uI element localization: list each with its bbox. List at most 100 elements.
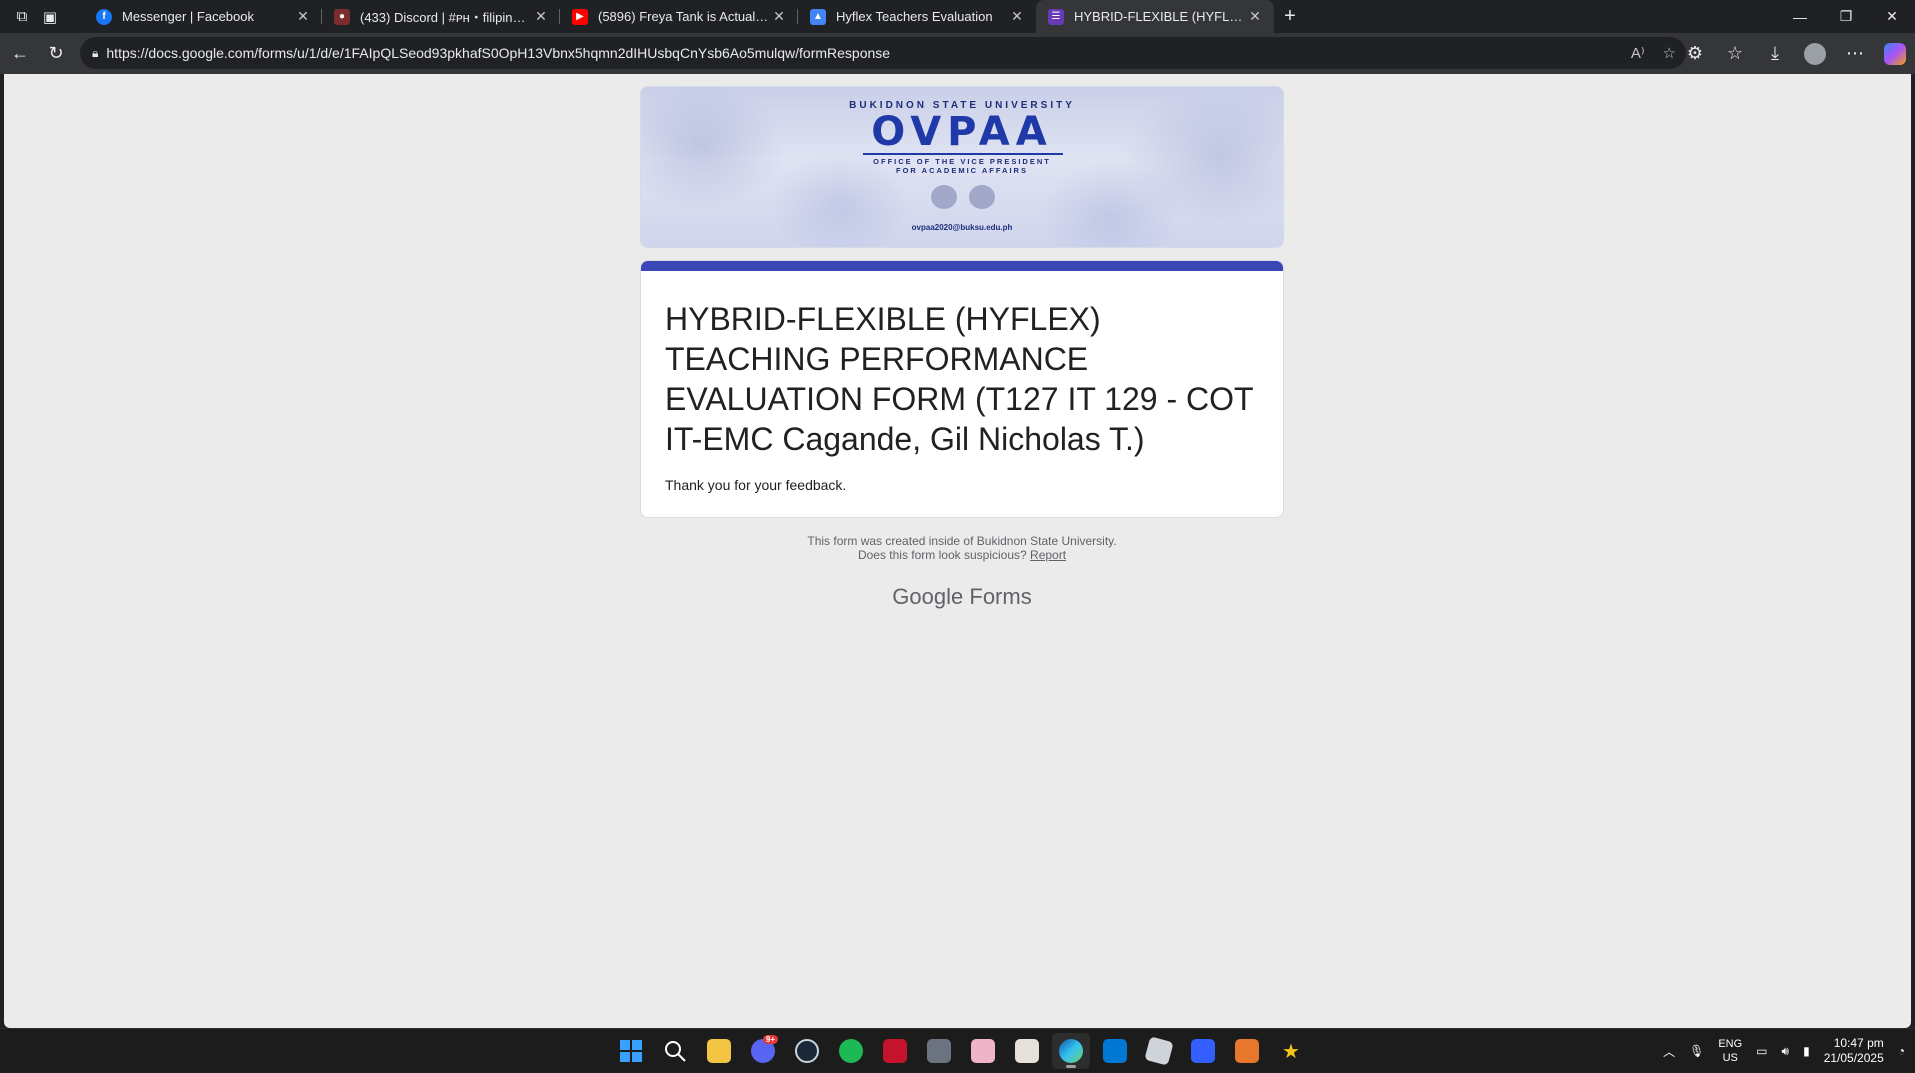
star-icon: ★ [1282, 1040, 1300, 1063]
close-window-icon[interactable]: ✕ [1869, 0, 1915, 33]
close-tab-icon[interactable]: ✕ [1008, 8, 1026, 25]
language-indicator[interactable]: ENG US [1718, 1037, 1742, 1065]
battery-icon[interactable]: ▮ [1803, 1044, 1810, 1058]
notifications-icon[interactable]: ◔ [1898, 1044, 1905, 1058]
vivaldi-button[interactable] [876, 1033, 914, 1069]
tab-title: Messenger | Facebook [122, 9, 254, 24]
close-tab-icon[interactable]: ✕ [1246, 8, 1264, 25]
tab-title: HYBRID-FLEXIBLE (HYFLEX) TEACHI [1074, 9, 1246, 24]
game-app-button[interactable] [920, 1033, 958, 1069]
vscode-button[interactable] [1096, 1033, 1134, 1069]
suspicious-line: Does this form look suspicious? Report [640, 548, 1284, 562]
tab-title: Hyflex Teachers Evaluation [836, 9, 993, 24]
game-launcher-icon [1015, 1039, 1039, 1063]
close-tab-icon[interactable]: ✕ [770, 8, 788, 25]
tab-messenger[interactable]: f Messenger | Facebook ✕ [84, 0, 322, 33]
steam-button[interactable] [788, 1033, 826, 1069]
start-button[interactable] [612, 1033, 650, 1069]
refresh-icon[interactable]: ↻ [38, 36, 74, 72]
form-title: HYBRID-FLEXIBLE (HYFLEX) TEACHING PERFOR… [665, 301, 1253, 457]
lock-icon[interactable]: 🔒︎ [92, 46, 98, 61]
discord-button[interactable]: 9+ [744, 1033, 782, 1069]
google-forms-logo[interactable]: Google Forms [640, 584, 1284, 610]
more-menu-icon[interactable]: ⋯ [1835, 36, 1875, 72]
favorites-icon[interactable]: ☆ [1715, 36, 1755, 72]
facebook-icon: f [96, 8, 112, 25]
confirmation-message: Thank you for your feedback. [665, 477, 847, 493]
restore-icon[interactable]: ❐ [1823, 0, 1869, 33]
window-controls: — ❐ ✕ [1777, 0, 1915, 33]
ovpaa-logo-icon [969, 185, 995, 209]
youtube-icon: ▶ [572, 8, 588, 25]
vivaldi-icon [883, 1039, 907, 1063]
banner-logos [931, 185, 995, 209]
avatar [1804, 42, 1826, 65]
spotify-button[interactable] [832, 1033, 870, 1069]
clock[interactable]: 10:47 pm 21/05/2025 [1824, 1036, 1884, 1066]
form-response-card: HYBRID-FLEXIBLE (HYFLEX) TEACHING PERFOR… [640, 260, 1284, 518]
star-app-button[interactable]: ★ [1272, 1033, 1310, 1069]
minimize-icon[interactable]: — [1777, 0, 1823, 33]
tab-discord[interactable]: ● (433) Discord | #ᴘʜ・filipino-chat | ✕ [322, 0, 560, 33]
roblox-studio-icon [1144, 1036, 1174, 1066]
tab-hyflex-form[interactable]: ☰ HYBRID-FLEXIBLE (HYFLEX) TEACHI ✕ [1036, 0, 1274, 33]
edge-button[interactable] [1052, 1033, 1090, 1069]
show-hidden-icons-icon[interactable]: ︿ [1663, 1043, 1675, 1060]
downloads-icon[interactable]: ⤓ [1755, 36, 1795, 72]
new-tab-button[interactable]: + [1274, 0, 1306, 33]
banner-subtitle-line2: FOR ACADEMIC AFFAIRS [896, 166, 1028, 175]
microphone-icon[interactable]: 🎙︎ [1689, 1044, 1704, 1058]
network-icon[interactable]: ▭ [1756, 1044, 1767, 1058]
copilot-button[interactable] [1875, 36, 1915, 72]
toolbar-actions: ⚙ ☆ ⤓ ⋯ [1675, 33, 1915, 74]
anime-game-icon [971, 1039, 995, 1063]
search-button[interactable] [656, 1033, 694, 1069]
card-accent-bar [641, 261, 1283, 271]
game-launcher-button[interactable] [1008, 1033, 1046, 1069]
banner-email: ovpaa2020@buksu.edu.ph [911, 223, 1013, 232]
volume-icon[interactable]: 🔊︎ [1782, 1044, 1790, 1059]
copilot-icon [1884, 42, 1906, 65]
extensions-icon[interactable]: ⚙ [1675, 36, 1715, 72]
favorite-star-icon[interactable]: ☆ [1663, 44, 1676, 62]
anime-game-button[interactable] [964, 1033, 1002, 1069]
app-orange-icon [1235, 1039, 1259, 1063]
app-orange-button[interactable] [1228, 1033, 1266, 1069]
page-content: BUKIDNON STATE UNIVERSITY OVPAA OFFICE O… [4, 74, 1911, 1028]
form-footer: This form was created inside of Bukidnon… [640, 534, 1284, 562]
profile-button[interactable] [1795, 36, 1835, 72]
vscode-icon [1103, 1039, 1127, 1063]
forms-wordmark: Forms [969, 584, 1032, 609]
tab-hyflex-evaluation[interactable]: ▲ Hyflex Teachers Evaluation ✕ [798, 0, 1036, 33]
roblox-button[interactable] [1184, 1033, 1222, 1069]
tab-actions-icon[interactable]: ▣ [36, 3, 64, 31]
folder-icon [707, 1039, 731, 1063]
url-text[interactable]: https://docs.google.com/forms/u/1/d/e/1F… [106, 45, 890, 61]
report-link[interactable]: Report [1030, 548, 1066, 562]
edge-icon [1059, 1039, 1083, 1063]
language-code: ENG [1718, 1038, 1743, 1050]
back-icon[interactable]: ← [2, 36, 38, 72]
discord-icon: ● [334, 8, 350, 25]
close-tab-icon[interactable]: ✕ [294, 8, 312, 25]
read-aloud-icon[interactable]: A⁾ [1631, 44, 1645, 62]
windows-taskbar: 9+ ★ ︿ 🎙︎ ENG US ▭ 🔊︎ ▮ 10:47 pm 21/05/2… [0, 1028, 1915, 1072]
address-bar[interactable]: 🔒︎ https://docs.google.com/forms/u/1/d/e… [80, 37, 1686, 69]
clock-date: 21/05/2025 [1823, 1051, 1884, 1065]
buksu-seal-icon [931, 185, 957, 209]
file-explorer-button[interactable] [700, 1033, 738, 1069]
workspaces-icon[interactable]: ⧉ [8, 3, 36, 31]
clock-time: 10:47 pm [1833, 1036, 1884, 1050]
suspicious-text: Does this form look suspicious? [857, 548, 1027, 562]
tab-title: (433) Discord | #ᴘʜ・filipino-chat | [360, 10, 532, 25]
google-wordmark: Google [892, 584, 964, 609]
google-forms-icon: ☰ [1048, 8, 1064, 25]
google-classroom-icon: ▲ [810, 8, 826, 25]
search-icon [665, 1041, 686, 1062]
banner-acronym: OVPAA [871, 109, 1053, 155]
windows-icon [620, 1040, 642, 1062]
tab-youtube[interactable]: ▶ (5896) Freya Tank is Actually Broke ✕ [560, 0, 798, 33]
close-tab-icon[interactable]: ✕ [532, 8, 550, 25]
taskbar-apps: 9+ ★ [612, 1033, 1310, 1069]
roblox-studio-button[interactable] [1140, 1033, 1178, 1069]
